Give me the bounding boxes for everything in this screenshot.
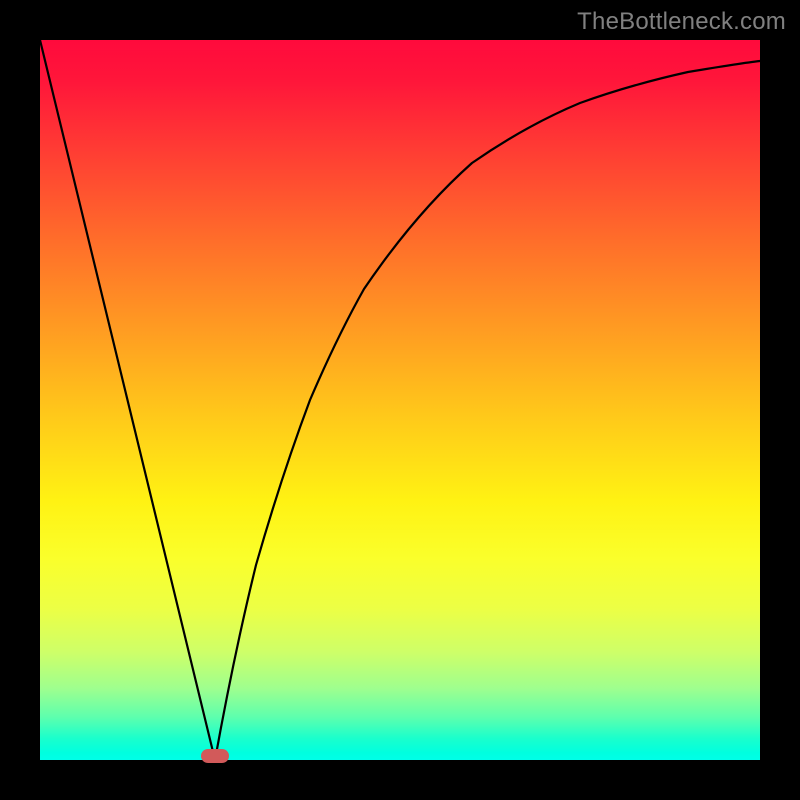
chart-frame: TheBottleneck.com <box>0 0 800 800</box>
plot-area <box>40 40 760 760</box>
optimal-marker <box>201 749 229 763</box>
curve-path <box>40 40 760 760</box>
watermark-text: TheBottleneck.com <box>577 8 786 36</box>
bottleneck-curve <box>40 40 760 760</box>
